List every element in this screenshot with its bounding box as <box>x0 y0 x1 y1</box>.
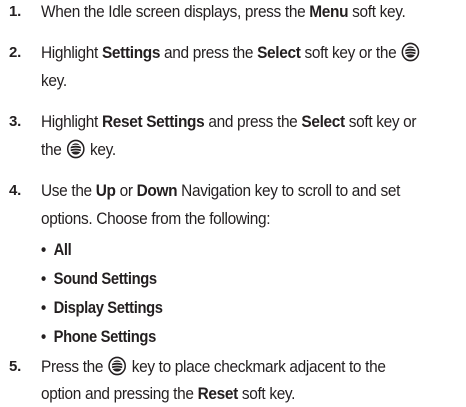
step-5-line-1: Press the key to place checkmark adjacen… <box>41 356 386 376</box>
step-number: 4. <box>9 182 22 199</box>
option-bullet: • Phone Settings <box>41 328 156 346</box>
option-bullet: • All <box>41 241 72 259</box>
step-2-line-1: Highlight Settings and press the Select … <box>41 41 421 65</box>
step-4-line-1: Use the Up or Down Navigation key to scr… <box>41 182 401 200</box>
option-bullet: • Sound Settings <box>41 270 157 288</box>
step-1-line-1: When the Idle screen displays, press the… <box>41 3 406 21</box>
step-number: 5. <box>9 358 22 375</box>
step-5-line-2: option and pressing the Reset soft key. <box>41 385 296 403</box>
step-number: 1. <box>9 3 22 20</box>
navigation-key-icon <box>66 139 85 159</box>
step-2-line-2: key. <box>41 72 67 90</box>
step-3-line-2: the key. <box>41 139 116 159</box>
option-bullet: • Display Settings <box>41 299 163 317</box>
step-3-line-1: Highlight Reset Settings and press the S… <box>41 113 417 131</box>
navigation-key-icon <box>108 356 127 376</box>
instruction-steps: 1. When the Idle screen displays, press … <box>0 0 466 407</box>
step-number: 3. <box>9 113 22 130</box>
step-4-line-2: options. Choose from the following: <box>41 210 271 228</box>
step-number: 2. <box>9 44 22 61</box>
navigation-key-icon <box>401 42 420 62</box>
